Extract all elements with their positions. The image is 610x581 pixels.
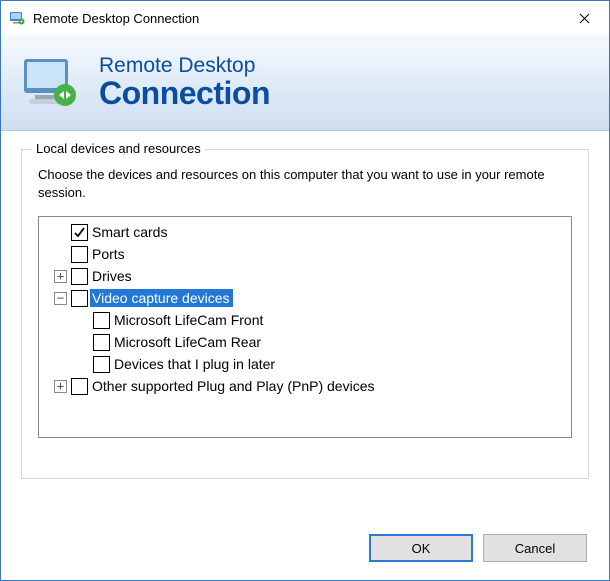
titlebar-title: Remote Desktop Connection (33, 11, 561, 26)
groupbox-legend: Local devices and resources (32, 141, 205, 156)
titlebar-app-icon (9, 10, 25, 26)
tree-item-label[interactable]: Video capture devices (90, 289, 233, 307)
dialog-window: Remote Desktop Connection Remote Desktop… (0, 0, 610, 581)
tree-item[interactable]: Microsoft LifeCam Rear (43, 331, 567, 353)
tree-item-label[interactable]: Microsoft LifeCam Front (112, 311, 266, 329)
content-area: Local devices and resources Choose the d… (1, 131, 609, 518)
titlebar: Remote Desktop Connection (1, 1, 609, 35)
tree-item-label[interactable]: Smart cards (90, 223, 170, 241)
tree-item[interactable]: − Video capture devices (43, 287, 567, 309)
tree-checkbox[interactable] (71, 246, 88, 263)
banner: Remote Desktop Connection (1, 35, 609, 131)
expand-icon[interactable]: + (54, 270, 67, 283)
cancel-button[interactable]: Cancel (483, 534, 587, 562)
banner-titles: Remote Desktop Connection (99, 54, 270, 111)
banner-line2: Connection (99, 77, 270, 111)
tree-checkbox[interactable] (93, 356, 110, 373)
tree-checkbox[interactable] (71, 378, 88, 395)
tree-item-label[interactable]: Ports (90, 245, 128, 263)
tree-item[interactable]: + Drives (43, 265, 567, 287)
close-button[interactable] (561, 3, 607, 33)
tree-item[interactable]: Ports (43, 243, 567, 265)
device-tree[interactable]: Smart cards Ports + Drives − Video capture de… (38, 216, 572, 438)
tree-checkbox[interactable] (93, 312, 110, 329)
dialog-footer: OK Cancel (1, 518, 609, 580)
expand-icon[interactable]: + (54, 380, 67, 393)
ok-button[interactable]: OK (369, 534, 473, 562)
tree-checkbox[interactable] (71, 290, 88, 307)
collapse-icon[interactable]: − (54, 292, 67, 305)
groupbox-description: Choose the devices and resources on this… (38, 166, 572, 202)
banner-app-icon (19, 55, 81, 111)
tree-checkbox[interactable] (93, 334, 110, 351)
tree-checkbox[interactable] (71, 224, 88, 241)
tree-item[interactable]: Smart cards (43, 221, 567, 243)
tree-checkbox[interactable] (71, 268, 88, 285)
tree-item[interactable]: Devices that I plug in later (43, 353, 567, 375)
banner-line1: Remote Desktop (99, 54, 270, 77)
tree-item-label[interactable]: Drives (90, 267, 135, 285)
local-devices-groupbox: Local devices and resources Choose the d… (21, 149, 589, 479)
tree-item-label[interactable]: Microsoft LifeCam Rear (112, 333, 264, 351)
tree-item-label[interactable]: Other supported Plug and Play (PnP) devi… (90, 377, 378, 395)
tree-item-label[interactable]: Devices that I plug in later (112, 355, 278, 373)
tree-item[interactable]: Microsoft LifeCam Front (43, 309, 567, 331)
tree-item[interactable]: + Other supported Plug and Play (PnP) dev… (43, 375, 567, 397)
close-icon (579, 13, 590, 24)
